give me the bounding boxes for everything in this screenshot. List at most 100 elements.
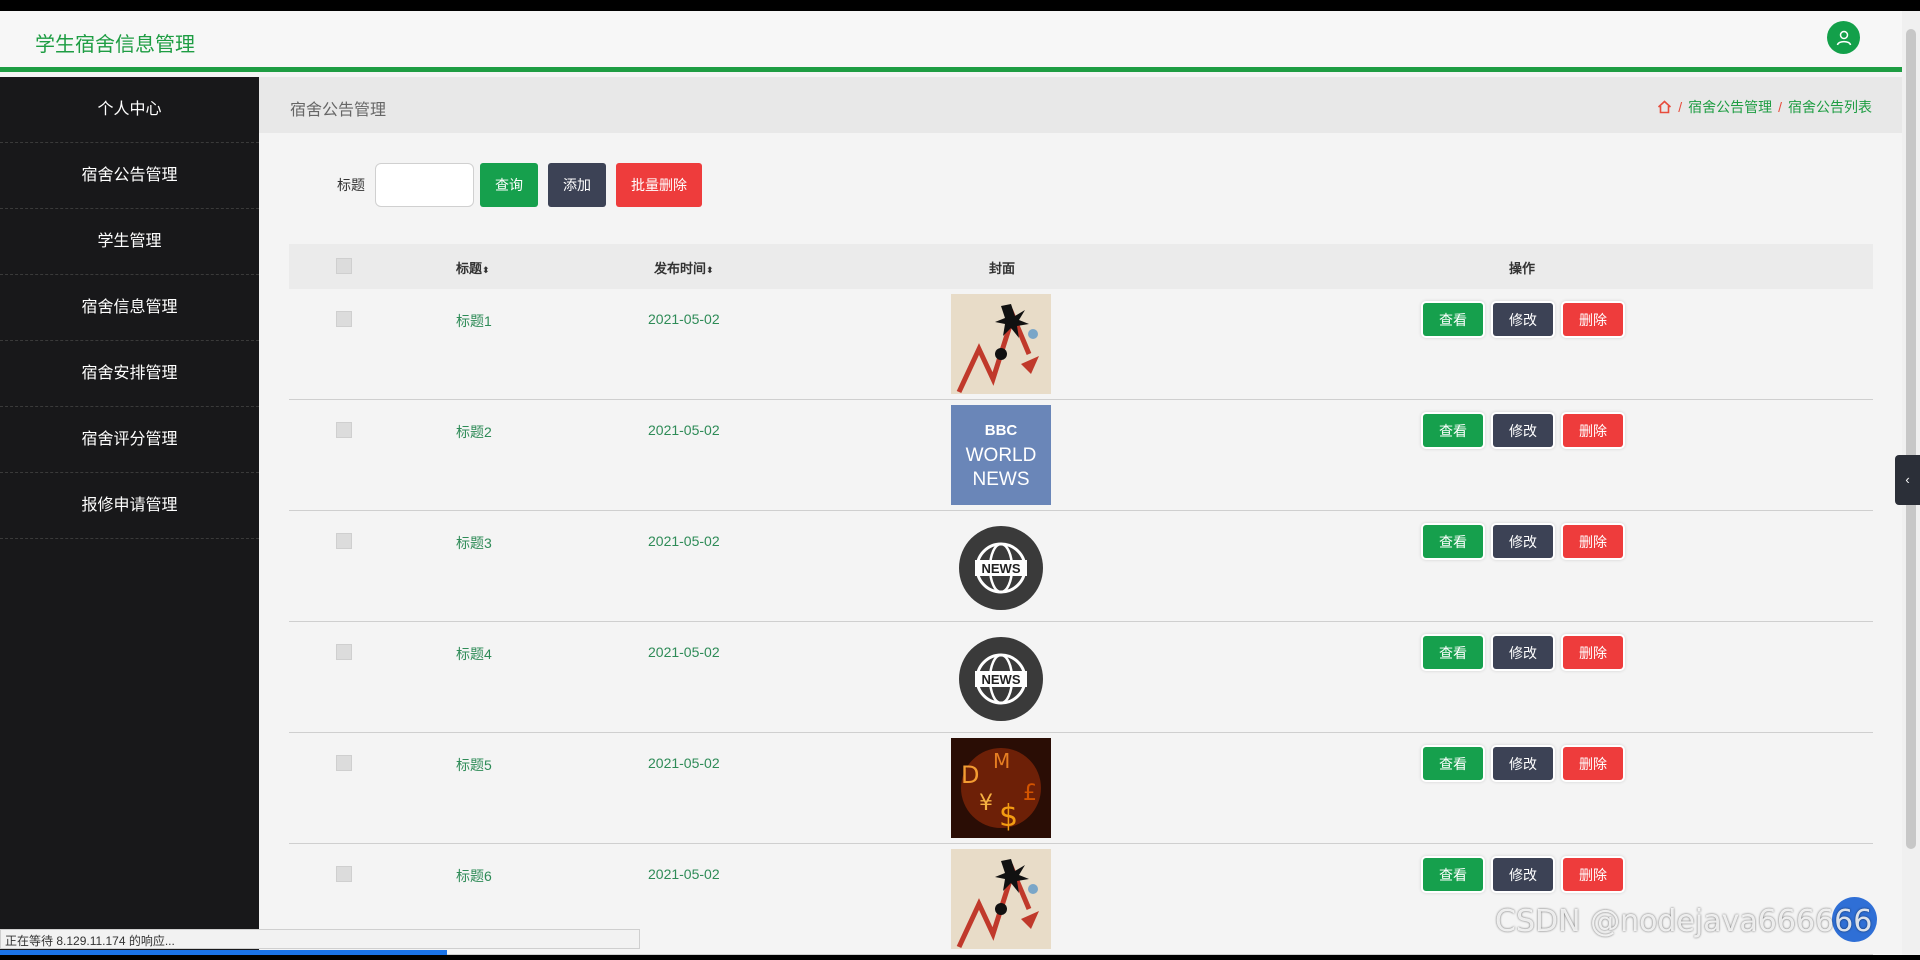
- browser-status-bar: 正在等待 8.129.11.174 的响应...: [0, 929, 640, 949]
- table-header: 标题⬍ 发布时间⬍ 封面 操作: [289, 244, 1873, 289]
- cover-image-bbc-world-news: BBC WORLD NEWS: [951, 405, 1051, 505]
- view-button[interactable]: 查看: [1423, 525, 1483, 558]
- header-cover: 封面: [989, 261, 1016, 276]
- header-publish-time[interactable]: 发布时间⬍: [654, 258, 714, 277]
- row-title[interactable]: 标题2: [456, 422, 492, 442]
- svg-text:$: $: [999, 799, 1018, 834]
- edit-button[interactable]: 修改: [1493, 858, 1553, 891]
- sidebar-item-student-management[interactable]: 学生管理: [0, 209, 259, 275]
- view-button[interactable]: 查看: [1423, 636, 1483, 669]
- row-checkbox[interactable]: [336, 755, 352, 771]
- row-date: 2021-05-02: [648, 533, 720, 549]
- row-title[interactable]: 标题1: [456, 311, 492, 331]
- svg-text:£: £: [1023, 781, 1037, 806]
- batch-delete-button[interactable]: 批量删除: [616, 163, 702, 207]
- svg-text:¥: ¥: [979, 791, 993, 816]
- sort-icon: ⬍: [482, 265, 490, 275]
- row-date: 2021-05-02: [648, 644, 720, 660]
- row-actions: 查看 修改 删除: [1423, 747, 1623, 780]
- row-checkbox[interactable]: [336, 311, 352, 327]
- row-actions: 查看 修改 删除: [1423, 414, 1623, 447]
- title-search-input[interactable]: [375, 163, 474, 207]
- view-button[interactable]: 查看: [1423, 747, 1483, 780]
- cover-text: NEWS: [973, 469, 1030, 490]
- header-publish-time-label: 发布时间: [654, 261, 707, 276]
- delete-button[interactable]: 删除: [1563, 303, 1623, 336]
- loading-progress-bar: [0, 950, 447, 955]
- scrollbar-thumb[interactable]: [1906, 29, 1916, 849]
- sidebar-item-dorm-score-management[interactable]: 宿舍评分管理: [0, 407, 259, 473]
- row-actions: 查看 修改 删除: [1423, 525, 1623, 558]
- row-title[interactable]: 标题6: [456, 866, 492, 886]
- view-button[interactable]: 查看: [1423, 303, 1483, 336]
- delete-button[interactable]: 删除: [1563, 858, 1623, 891]
- delete-button[interactable]: 删除: [1563, 525, 1623, 558]
- view-button[interactable]: 查看: [1423, 414, 1483, 447]
- row-actions: 查看 修改 删除: [1423, 858, 1623, 891]
- user-icon: [1836, 30, 1851, 45]
- delete-button[interactable]: 删除: [1563, 747, 1623, 780]
- breadcrumb-separator: /: [1778, 99, 1782, 115]
- svg-text:M: M: [993, 749, 1010, 773]
- cover-image-chart-crash: [951, 849, 1051, 949]
- breadcrumb: / 宿舍公告管理 / 宿舍公告列表: [1657, 97, 1872, 117]
- select-all-checkbox[interactable]: [336, 258, 352, 274]
- watermark: CSDN @nodejava666666: [1495, 904, 1873, 939]
- sidebar-item-repair-request-management[interactable]: 报修申请管理: [0, 473, 259, 539]
- table-row: 标题4 2021-05-02 NEWS 查看 修改 删除: [289, 622, 1873, 733]
- header-title[interactable]: 标题⬍: [456, 258, 490, 277]
- row-title[interactable]: 标题4: [456, 644, 492, 664]
- cover-image-chart-crash: [951, 294, 1051, 394]
- delete-button[interactable]: 删除: [1563, 636, 1623, 669]
- delete-button[interactable]: 删除: [1563, 414, 1623, 447]
- row-checkbox[interactable]: [336, 644, 352, 660]
- cover-text: NEWS: [982, 672, 1021, 687]
- cover-text: NEWS: [982, 561, 1021, 576]
- top-header: 学生宿舍信息管理: [0, 11, 1902, 72]
- edit-button[interactable]: 修改: [1493, 414, 1553, 447]
- home-icon[interactable]: [1657, 100, 1672, 114]
- search-form: 标题 查询 添加 批量删除: [337, 163, 712, 207]
- breadcrumb-item-notice-list: 宿舍公告列表: [1788, 99, 1872, 115]
- cover-text: WORLD: [966, 445, 1037, 466]
- sidebar-item-notice-management[interactable]: 宿舍公告管理: [0, 143, 259, 209]
- view-button[interactable]: 查看: [1423, 858, 1483, 891]
- row-title[interactable]: 标题5: [456, 755, 492, 775]
- row-checkbox[interactable]: [336, 533, 352, 549]
- cover-text: BBC: [985, 422, 1018, 439]
- table-row: 标题5 2021-05-02 D M ¥ $ £ 查看 修改 删除: [289, 733, 1873, 844]
- sidebar-item-personal-center[interactable]: 个人中心: [0, 77, 259, 143]
- edit-button[interactable]: 修改: [1493, 747, 1553, 780]
- breadcrumb-separator: /: [1678, 99, 1683, 115]
- svg-text:D: D: [961, 761, 979, 789]
- table-row: 标题1 2021-05-02 查看 修改 删除: [289, 289, 1873, 400]
- cover-image-news-globe: NEWS: [951, 627, 1051, 727]
- collapse-panel-toggle[interactable]: ‹: [1895, 455, 1920, 505]
- table-row: 标题2 2021-05-02 BBC WORLD NEWS 查看 修改 删除: [289, 400, 1873, 511]
- add-button[interactable]: 添加: [548, 163, 606, 207]
- edit-button[interactable]: 修改: [1493, 525, 1553, 558]
- row-date: 2021-05-02: [648, 866, 720, 882]
- table-row: 标题3 2021-05-02 NEWS 查看 修改 删除: [289, 511, 1873, 622]
- title-search-label: 标题: [337, 177, 365, 193]
- row-date: 2021-05-02: [648, 422, 720, 438]
- cover-image-news-globe: NEWS: [951, 516, 1051, 616]
- query-button[interactable]: 查询: [480, 163, 538, 207]
- sidebar: 个人中心 宿舍公告管理 学生管理 宿舍信息管理 宿舍安排管理 宿舍评分管理 报修…: [0, 77, 259, 955]
- header-title-label: 标题: [456, 261, 483, 276]
- edit-button[interactable]: 修改: [1493, 303, 1553, 336]
- row-checkbox[interactable]: [336, 866, 352, 882]
- user-avatar-button[interactable]: [1827, 21, 1860, 54]
- row-date: 2021-05-02: [648, 755, 720, 771]
- sort-icon: ⬍: [706, 265, 714, 275]
- sidebar-item-dorm-info-management[interactable]: 宿舍信息管理: [0, 275, 259, 341]
- chevron-left-icon: ‹: [1905, 472, 1910, 487]
- row-title[interactable]: 标题3: [456, 533, 492, 553]
- sidebar-item-dorm-arrangement-management[interactable]: 宿舍安排管理: [0, 341, 259, 407]
- row-checkbox[interactable]: [336, 422, 352, 438]
- row-date: 2021-05-02: [648, 311, 720, 327]
- breadcrumb-item-notice-management[interactable]: 宿舍公告管理: [1688, 97, 1772, 117]
- breadcrumb-bar: 宿舍公告管理 / 宿舍公告管理 / 宿舍公告列表: [259, 77, 1902, 133]
- edit-button[interactable]: 修改: [1493, 636, 1553, 669]
- notice-table: 标题⬍ 发布时间⬍ 封面 操作 标题1 2021-05-02 查看 修改 删除: [289, 244, 1873, 955]
